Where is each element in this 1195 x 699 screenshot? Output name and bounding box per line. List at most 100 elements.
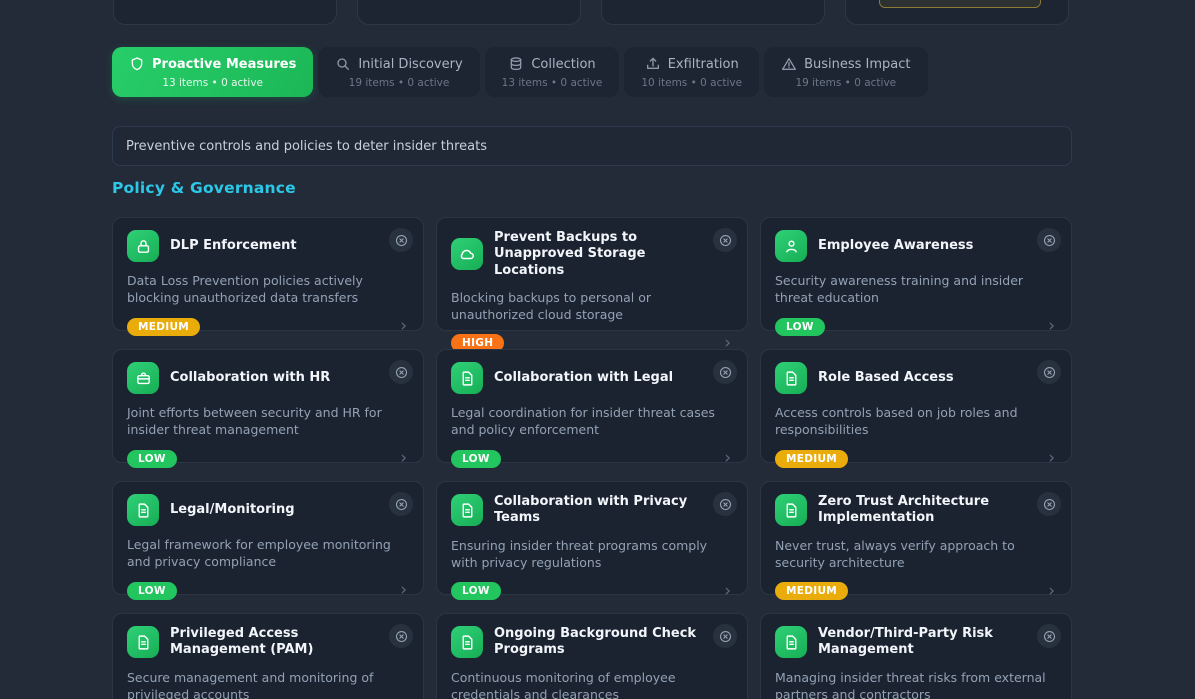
severity-badge: LOW bbox=[775, 318, 825, 336]
document-icon bbox=[127, 494, 159, 526]
tab-meta: 19 items • 0 active bbox=[335, 77, 462, 89]
search-icon bbox=[335, 56, 351, 72]
disable-circle-x-icon[interactable] bbox=[1037, 228, 1061, 252]
lock-icon bbox=[127, 230, 159, 262]
card-description: Data Loss Prevention policies actively b… bbox=[127, 272, 409, 307]
card-description: Managing insider threat risks from exter… bbox=[775, 669, 1057, 699]
severity-badge: MEDIUM bbox=[775, 450, 848, 468]
disable-circle-x-icon[interactable] bbox=[1037, 624, 1061, 648]
card-title: Vendor/Third-Party Risk Management bbox=[818, 626, 1023, 659]
tab-meta: 10 items • 0 active bbox=[641, 77, 742, 89]
database-icon bbox=[508, 56, 524, 72]
card-description: Access controls based on job roles and r… bbox=[775, 404, 1057, 439]
card-description: Secure management and monitoring of priv… bbox=[127, 669, 409, 699]
briefcase-icon bbox=[127, 362, 159, 394]
tab-label: Business Impact bbox=[804, 57, 910, 72]
tab-meta: 13 items • 0 active bbox=[129, 77, 296, 89]
severity-badge: MEDIUM bbox=[127, 318, 200, 336]
document-icon bbox=[775, 494, 807, 526]
card-description: Never trust, always verify approach to s… bbox=[775, 537, 1057, 572]
card-description: Joint efforts between security and HR fo… bbox=[127, 404, 409, 439]
disable-circle-x-icon[interactable] bbox=[713, 492, 737, 516]
card-title: Collaboration with Legal bbox=[494, 370, 673, 386]
summary-card bbox=[357, 0, 581, 25]
disable-circle-x-icon[interactable] bbox=[389, 624, 413, 648]
measure-card[interactable]: Collaboration with HR Joint efforts betw… bbox=[112, 349, 424, 463]
cloud-icon bbox=[451, 238, 483, 270]
summary-card bbox=[601, 0, 825, 25]
tab-label: Collection bbox=[531, 57, 595, 72]
tab-meta: 13 items • 0 active bbox=[502, 77, 603, 89]
measure-card[interactable]: Legal/Monitoring Legal framework for emp… bbox=[112, 481, 424, 595]
chevron-right-icon[interactable]: › bbox=[1048, 583, 1057, 600]
disable-circle-x-icon[interactable] bbox=[713, 624, 737, 648]
tab-label: Exfiltration bbox=[668, 57, 739, 72]
tab-initial-discovery[interactable]: Initial Discovery 19 items • 0 active bbox=[318, 47, 479, 97]
tab-label: Initial Discovery bbox=[358, 57, 462, 72]
card-title: Privileged Access Management (PAM) bbox=[170, 626, 375, 659]
disable-circle-x-icon[interactable] bbox=[713, 228, 737, 252]
disable-circle-x-icon[interactable] bbox=[389, 360, 413, 384]
tab-business-impact[interactable]: Business Impact 19 items • 0 active bbox=[764, 47, 927, 97]
card-title: Employee Awareness bbox=[818, 238, 973, 254]
chevron-right-icon[interactable]: › bbox=[1048, 450, 1057, 467]
measure-card[interactable]: Ongoing Background Check Programs Contin… bbox=[436, 613, 748, 699]
measure-card[interactable]: Collaboration with Privacy Teams Ensurin… bbox=[436, 481, 748, 595]
disable-circle-x-icon[interactable] bbox=[1037, 492, 1061, 516]
measure-card[interactable]: DLP Enforcement Data Loss Prevention pol… bbox=[112, 217, 424, 331]
tab-exfiltration[interactable]: Exfiltration 10 items • 0 active bbox=[624, 47, 759, 97]
measure-card[interactable]: Prevent Backups to Unapproved Storage Lo… bbox=[436, 217, 748, 331]
tab-collection[interactable]: Collection 13 items • 0 active bbox=[485, 47, 620, 97]
phase-description-panel: Preventive controls and policies to dete… bbox=[112, 126, 1072, 166]
chevron-right-icon[interactable]: › bbox=[724, 583, 733, 600]
card-title: Ongoing Background Check Programs bbox=[494, 626, 699, 659]
card-title: Legal/Monitoring bbox=[170, 502, 295, 518]
card-description: Continuous monitoring of employee creden… bbox=[451, 669, 733, 699]
disable-circle-x-icon[interactable] bbox=[1037, 360, 1061, 384]
chevron-right-icon[interactable]: › bbox=[1048, 318, 1057, 335]
summary-card bbox=[113, 0, 337, 25]
measure-card[interactable]: Role Based Access Access controls based … bbox=[760, 349, 1072, 463]
card-description: Legal framework for employee monitoring … bbox=[127, 536, 409, 571]
card-title: Zero Trust Architecture Implementation bbox=[818, 494, 1023, 527]
document-icon bbox=[451, 626, 483, 658]
severity-badge: MEDIUM bbox=[775, 582, 848, 600]
tab-meta: 19 items • 0 active bbox=[781, 77, 910, 89]
disable-circle-x-icon[interactable] bbox=[713, 360, 737, 384]
severity-badge: LOW bbox=[451, 450, 501, 468]
severity-badge: LOW bbox=[451, 582, 501, 600]
phase-tab-bar: Proactive Measures 13 items • 0 active I… bbox=[112, 47, 928, 97]
disable-circle-x-icon[interactable] bbox=[389, 228, 413, 252]
document-icon bbox=[775, 626, 807, 658]
chevron-right-icon[interactable]: › bbox=[400, 450, 409, 467]
card-description: Security awareness training and insider … bbox=[775, 272, 1057, 307]
measure-card[interactable]: Vendor/Third-Party Risk Management Manag… bbox=[760, 613, 1072, 699]
measure-card[interactable]: Zero Trust Architecture Implementation N… bbox=[760, 481, 1072, 595]
severity-badge: LOW bbox=[127, 582, 177, 600]
warning-icon bbox=[781, 56, 797, 72]
measures-grid: DLP Enforcement Data Loss Prevention pol… bbox=[112, 217, 1072, 699]
document-icon bbox=[451, 362, 483, 394]
chevron-right-icon[interactable]: › bbox=[724, 450, 733, 467]
card-description: Ensuring insider threat programs comply … bbox=[451, 537, 733, 572]
card-description: Blocking backups to personal or unauthor… bbox=[451, 289, 733, 324]
card-description: Legal coordination for insider threat ca… bbox=[451, 404, 733, 439]
measure-card[interactable]: Collaboration with Legal Legal coordinat… bbox=[436, 349, 748, 463]
shield-icon bbox=[129, 56, 145, 72]
measure-card[interactable]: Employee Awareness Security awareness tr… bbox=[760, 217, 1072, 331]
top-summary-cards bbox=[113, 0, 1069, 25]
tab-proactive-measures[interactable]: Proactive Measures 13 items • 0 active bbox=[112, 47, 313, 97]
highlighted-filter-button[interactable] bbox=[879, 0, 1041, 8]
measure-card[interactable]: Privileged Access Management (PAM) Secur… bbox=[112, 613, 424, 699]
chevron-right-icon[interactable]: › bbox=[400, 582, 409, 599]
tab-label: Proactive Measures bbox=[152, 57, 296, 72]
card-title: Prevent Backups to Unapproved Storage Lo… bbox=[494, 230, 699, 279]
section-title: Policy & Governance bbox=[112, 179, 296, 197]
disable-circle-x-icon[interactable] bbox=[389, 492, 413, 516]
card-title: Role Based Access bbox=[818, 370, 954, 386]
card-title: DLP Enforcement bbox=[170, 238, 297, 254]
upload-icon bbox=[645, 56, 661, 72]
phase-description-text: Preventive controls and policies to dete… bbox=[126, 139, 487, 154]
chevron-right-icon[interactable]: › bbox=[400, 318, 409, 335]
card-title: Collaboration with Privacy Teams bbox=[494, 494, 699, 527]
